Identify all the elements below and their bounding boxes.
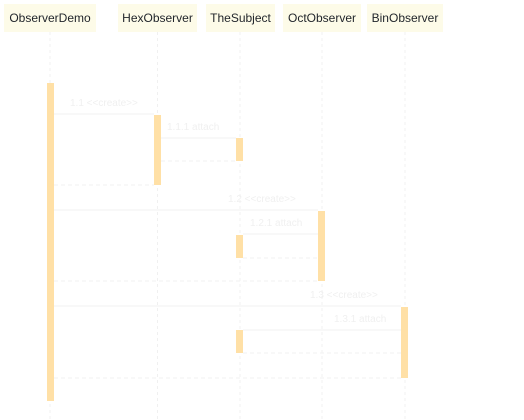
message-label: 1.2 <<create>> — [228, 194, 296, 205]
message-1-2-1[interactable]: 1.2.1 attach — [243, 218, 318, 235]
message-1-3[interactable]: 1.3 <<create>> — [54, 290, 401, 307]
message-1-2[interactable]: 1.2 <<create>> — [54, 194, 318, 211]
participant-label: HexObserver — [122, 11, 193, 25]
activation-the-subject-2[interactable] — [236, 235, 243, 258]
message-1-1[interactable]: 1.1 <<create>> — [54, 98, 154, 115]
participant-header-observer-demo[interactable]: ObserverDemo — [4, 4, 96, 32]
participant-header-hex-observer[interactable]: HexObserver — [118, 4, 197, 32]
diagram-canvas: ObserverDemo HexObserver TheSubject OctO… — [4, 4, 443, 420]
message-label: 1.3 <<create>> — [310, 290, 378, 301]
participant-label: TheSubject — [210, 11, 271, 25]
participant-header-oct-observer[interactable]: OctObserver — [283, 4, 361, 32]
message-label: 1.2.1 attach — [250, 218, 302, 229]
sequence-diagram: ObserverDemo HexObserver TheSubject OctO… — [0, 0, 524, 420]
message-label: 1.3.1 attach — [334, 314, 386, 325]
participant-label: BinObserver — [372, 11, 439, 25]
participant-header-the-subject[interactable]: TheSubject — [206, 4, 275, 32]
message-label: 1.1.1 attach — [167, 122, 219, 133]
message-label: 1.1 <<create>> — [70, 98, 138, 109]
participant-header-bin-observer[interactable]: BinObserver — [367, 4, 443, 32]
activation-the-subject-1[interactable] — [236, 138, 243, 161]
activation-hex-observer[interactable] — [154, 115, 161, 185]
activation-observer-demo[interactable] — [47, 83, 54, 401]
activation-the-subject-3[interactable] — [236, 330, 243, 353]
participant-label: OctObserver — [288, 11, 356, 25]
activation-oct-observer[interactable] — [318, 211, 325, 281]
activation-bin-observer[interactable] — [401, 307, 408, 378]
participant-label: ObserverDemo — [9, 11, 91, 25]
message-1-1-1[interactable]: 1.1.1 attach — [161, 122, 236, 139]
